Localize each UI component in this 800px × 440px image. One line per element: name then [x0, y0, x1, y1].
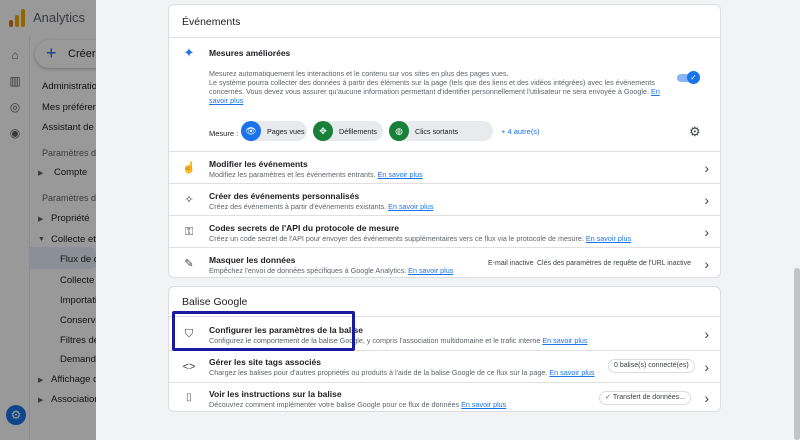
row-manage-connected-tags[interactable]: <> Gérer les site tags associés Chargez …: [169, 351, 720, 382]
eye-icon: 👁: [241, 121, 261, 141]
chevron-right-icon: ›: [704, 224, 709, 240]
events-card: Événements ✦ Mesures améliorées Mesurez …: [168, 4, 721, 278]
redact-icon: ✎: [184, 258, 194, 270]
connected-tags-badge: 0 balise(s) connecté(es): [608, 359, 695, 373]
row-mp-api-secrets[interactable]: ⚿ Codes secrets de l'API du protocole de…: [169, 216, 720, 247]
touch-icon: ☝: [182, 162, 196, 174]
panel-scrollbar[interactable]: [794, 268, 800, 440]
row-desc-text: Créez un code secret de l'API pour envoy…: [209, 234, 584, 243]
mouse-icon: ◍: [389, 121, 409, 141]
chevron-right-icon: ›: [704, 326, 709, 342]
gear-icon[interactable]: ⚙: [689, 125, 701, 139]
enhanced-desc-line1: Mesurez automatiquement les interactions…: [209, 69, 509, 78]
row-desc-text: Découvrez comment implémenter votre bali…: [209, 400, 460, 409]
check-icon: ✓: [605, 394, 611, 401]
learn-more-link[interactable]: En savoir plus: [586, 234, 631, 243]
row-title: Modifier les événements: [209, 159, 308, 169]
sparkle-icon: ✦: [183, 45, 195, 60]
chevron-right-icon: ›: [704, 359, 709, 375]
enhanced-desc-text: Le système pourra collecter des données …: [209, 78, 655, 96]
data-flow-badge-text: Transfert de données...: [612, 394, 685, 401]
chip-label: Pages vues: [267, 127, 305, 136]
chevron-right-icon: ›: [704, 160, 709, 176]
learn-more-link[interactable]: En savoir plus: [549, 368, 594, 377]
chip-label: Défilements: [339, 127, 377, 136]
row-title: Codes secrets de l'API du protocole de m…: [209, 223, 400, 233]
row-desc: Découvrez comment implémenter votre bali…: [209, 400, 506, 409]
row-title: Voir les instructions sur la balise: [209, 389, 342, 399]
more-measures-link[interactable]: + 4 autre(s): [501, 127, 540, 136]
enhanced-desc-line2: Le système pourra collecter des données …: [209, 78, 679, 105]
url-params-redaction-status: Clés des paramètres de requête de l'URL …: [537, 260, 691, 267]
row-modify-events[interactable]: ☝ Modifier les événements Modifiez les p…: [169, 152, 720, 183]
learn-more-link[interactable]: En savoir plus: [408, 266, 453, 275]
row-desc: Empêchez l'envoi de données spécifiques …: [209, 266, 453, 275]
check-icon: ✓: [687, 71, 700, 84]
measure-label: Mesure :: [209, 129, 239, 138]
enhanced-measurement-toggle[interactable]: ✓: [677, 71, 700, 84]
chevron-right-icon: ›: [704, 256, 709, 272]
chip-scrolls[interactable]: ✥ Défilements: [313, 121, 383, 141]
chip-label: Clics sortants: [415, 127, 459, 136]
highlight-box: [172, 311, 355, 351]
stream-details-panel: Événements ✦ Mesures améliorées Mesurez …: [96, 0, 800, 440]
row-view-tag-instructions[interactable]: ⌷ Voir les instructions sur la balise Dé…: [169, 383, 720, 411]
events-card-title: Événements: [182, 16, 241, 28]
learn-more-link[interactable]: En savoir plus: [461, 400, 506, 409]
row-desc-text: Modifiez les paramètres et les événement…: [209, 170, 376, 179]
google-tag-card-title: Balise Google: [182, 296, 248, 308]
enhanced-measurement-description: Mesurez automatiquement les interactions…: [209, 69, 679, 105]
data-flow-badge: ✓ Transfert de données...: [599, 391, 691, 405]
key-icon: ⚿: [184, 226, 194, 238]
row-title: Créer des événements personnalisés: [209, 191, 360, 201]
row-desc: Créez un code secret de l'API pour envoy…: [209, 234, 631, 243]
row-title: Gérer les site tags associés: [209, 357, 321, 367]
chip-outbound-clicks[interactable]: ◍ Clics sortants: [389, 121, 493, 141]
chevron-right-icon: ›: [704, 192, 709, 208]
row-desc: Modifiez les paramètres et les événement…: [209, 170, 423, 179]
row-desc-text: Créez des événements à partir d'événemen…: [209, 202, 387, 211]
code-box-icon: ⌷: [185, 392, 193, 404]
row-desc: Créez des événements à partir d'événemen…: [209, 202, 433, 211]
scroll-icon: ✥: [313, 121, 333, 141]
row-redact-data[interactable]: ✎ Masquer les données Empêchez l'envoi d…: [169, 248, 720, 277]
enhanced-measurement-title: Mesures améliorées: [209, 48, 291, 58]
chip-page-views[interactable]: 👁 Pages vues: [241, 121, 307, 141]
learn-more-link[interactable]: En savoir plus: [542, 336, 587, 345]
sparkle-click-icon: ✧: [184, 194, 194, 206]
code-icon: <>: [182, 361, 196, 373]
chevron-right-icon: ›: [704, 390, 709, 406]
row-desc-text: Chargez les balises pour d'autres propri…: [209, 368, 548, 377]
row-desc: Chargez les balises pour d'autres propri…: [209, 368, 595, 377]
learn-more-link[interactable]: En savoir plus: [378, 170, 423, 179]
row-desc-text: Empêchez l'envoi de données spécifiques …: [209, 266, 407, 275]
learn-more-link[interactable]: En savoir plus: [388, 202, 433, 211]
row-title: Masquer les données: [209, 255, 296, 265]
row-create-custom-events[interactable]: ✧ Créer des événements personnalisés Cré…: [169, 184, 720, 215]
email-redaction-status: E-mail inactive: [488, 260, 534, 267]
